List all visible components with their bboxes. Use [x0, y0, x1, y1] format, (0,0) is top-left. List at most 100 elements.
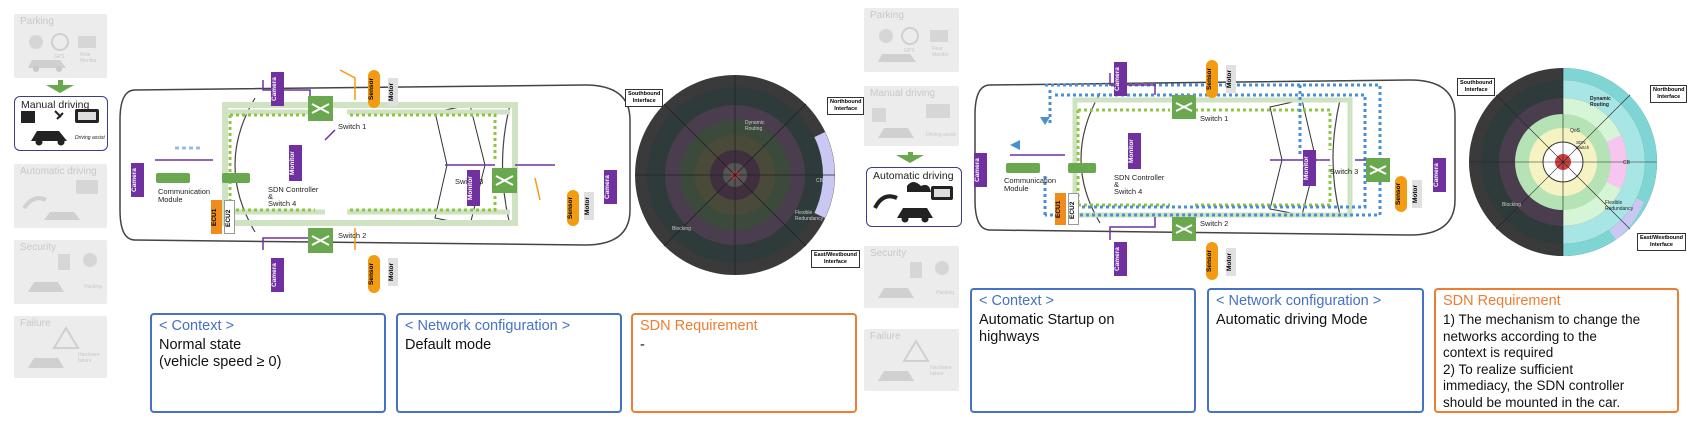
ecu2[interactable]: ECU2 — [224, 200, 235, 234]
automatic-driving-icon — [873, 182, 953, 223]
switch-icon — [1369, 165, 1387, 175]
switch-2[interactable] — [1172, 217, 1196, 241]
scenario-caption: Driving assist — [75, 135, 105, 141]
switch-3-label: Switch 3 — [1330, 167, 1359, 176]
southbound-interface-label: Southbound Interface — [1457, 78, 1496, 96]
sensor-bottom[interactable]: Sensor — [1206, 242, 1218, 280]
sensor-bottom[interactable]: Sensor — [368, 255, 380, 293]
wheel-label: Blocking — [1502, 202, 1521, 208]
communication-module[interactable] — [1006, 163, 1040, 173]
motor-rear[interactable]: Motor — [1412, 180, 1422, 208]
switch-1[interactable] — [1172, 95, 1196, 119]
scenario-automatic-driving[interactable]: Automatic driving — [14, 164, 107, 228]
panel-title: < Context > — [159, 318, 234, 334]
motor-top[interactable]: Motor — [388, 78, 398, 106]
camera-left[interactable]: Camera — [131, 163, 144, 197]
manual-driving-icon — [21, 109, 99, 146]
ecu1-label: ECU1 — [211, 208, 218, 226]
switch-1[interactable] — [308, 96, 333, 121]
wheel-label: Dynamic Routing — [745, 120, 765, 132]
sensor-label: Sensor — [368, 262, 375, 286]
motor-rear[interactable]: Motor — [584, 192, 594, 220]
camera-bottom[interactable]: Camera — [1114, 242, 1127, 276]
automatic-driving-icon — [22, 180, 98, 220]
sensor-rear[interactable]: Sensor — [1395, 176, 1407, 212]
sensor-rear[interactable]: Sensor — [567, 190, 579, 226]
switch-icon — [1175, 102, 1193, 112]
ecu1[interactable]: ECU1 — [211, 200, 222, 234]
monitor-front[interactable]: Monitor — [1128, 133, 1141, 169]
scenario-parking[interactable]: Parking GPS Rear Monitor — [864, 8, 959, 72]
ecu1[interactable]: ECU1 — [1055, 193, 1066, 225]
camera-top[interactable]: Camera — [271, 72, 284, 106]
sensor-label: Sensor — [368, 77, 375, 101]
security-icon — [878, 261, 949, 298]
monitor-front[interactable]: Monitor — [289, 145, 302, 181]
scenario-caption: Driving assist — [926, 132, 956, 138]
scenario-automatic-driving[interactable]: Automatic driving — [866, 167, 962, 227]
panel-body: Normal state (vehicle speed ≥ 0) — [159, 337, 282, 370]
wheel-label: CB — [1623, 160, 1630, 166]
sdn-controller[interactable] — [222, 173, 250, 183]
camera-rear[interactable]: Camera — [604, 170, 617, 204]
ecu1-label: ECU1 — [1055, 200, 1062, 218]
motor-bottom[interactable]: Motor — [388, 258, 398, 286]
scenario-caption: Hardware failure — [78, 352, 100, 364]
switch-2-label: Switch 2 — [1200, 219, 1229, 228]
switch-2-label: Switch 2 — [338, 231, 367, 240]
panel-body: Automatic Startup on highways — [979, 312, 1115, 345]
scenario-parking[interactable]: Parking GPS Rear Monitor — [14, 14, 107, 78]
camera-label: Camera — [974, 158, 981, 182]
switch-icon — [495, 175, 514, 186]
motor-label: Motor — [1226, 252, 1233, 272]
monitor-rear[interactable]: Monitor — [467, 170, 480, 206]
camera-label: Camera — [1114, 247, 1121, 271]
communication-module[interactable] — [156, 173, 190, 183]
panel-title: SDN Requirement — [1443, 293, 1561, 309]
scenario-security[interactable]: Security Hacking — [14, 240, 107, 304]
camera-rear[interactable]: Camera — [1433, 158, 1446, 192]
panel-title: < Context > — [979, 293, 1054, 309]
monitor-rear[interactable]: Monitor — [1303, 150, 1316, 186]
camera-left[interactable]: Camera — [974, 153, 987, 187]
switch-icon — [311, 235, 330, 246]
communication-module-label: Communication Module — [158, 187, 211, 204]
panel-title: SDN Requirement — [640, 318, 758, 334]
scenario-manual-driving[interactable]: Manual driving Driving assist — [864, 86, 959, 146]
switch-icon — [1175, 224, 1193, 234]
southbound-interface-label: Southbound Interface — [625, 89, 664, 107]
wheel-label: QoS — [1570, 128, 1581, 134]
scenario-security[interactable]: Security Hacking — [864, 246, 959, 308]
wheel-label: Flexible Redundancy — [1605, 200, 1634, 212]
wheel-label: Flexible Redundancy — [795, 210, 824, 222]
wheel-label: SDN Switch — [1576, 140, 1590, 150]
camera-bottom[interactable]: Camera — [271, 258, 284, 292]
scenario-failure[interactable]: Failure Hardware failure — [864, 329, 959, 391]
scenario-failure[interactable]: Failure Hardware failure — [14, 316, 107, 378]
motor-label: Motor — [1226, 69, 1233, 89]
network-config-panel-right: < Network configuration > Automatic driv… — [1207, 288, 1424, 413]
network-config-panel-left: < Network configuration > Default mode — [396, 313, 622, 413]
flow-arrow-icon — [896, 155, 924, 163]
camera-top[interactable]: Camera — [1114, 62, 1127, 96]
scenario-manual-driving[interactable]: Manual driving Driving assist — [14, 96, 108, 151]
switch-2[interactable] — [308, 228, 333, 253]
motor-top[interactable]: Motor — [1226, 65, 1236, 93]
ecu2[interactable]: ECU2 — [1068, 193, 1079, 225]
switch-3[interactable] — [492, 168, 517, 193]
panel-body: - — [640, 337, 645, 353]
parking-icon — [878, 27, 948, 62]
scenario-caption: Hacking — [84, 284, 103, 290]
scenario-caption: GPS — [54, 54, 65, 60]
sensor-top[interactable]: Sensor — [368, 70, 380, 108]
communication-module-label: Communication Module — [1004, 176, 1057, 193]
motor-bottom[interactable]: Motor — [1226, 248, 1236, 276]
switch-1-label: Switch 1 — [338, 122, 367, 131]
flow-arrow-icon — [46, 85, 74, 93]
wheel-label: Dynamic Routing — [1590, 96, 1611, 108]
sensor-top[interactable]: Sensor — [1206, 60, 1218, 98]
switch-3[interactable] — [1366, 158, 1390, 182]
sdn-controller[interactable] — [1068, 163, 1096, 173]
eastwest-interface-label: East/Westbound Interface — [1637, 233, 1686, 251]
sensor-label: Sensor — [1395, 182, 1402, 206]
